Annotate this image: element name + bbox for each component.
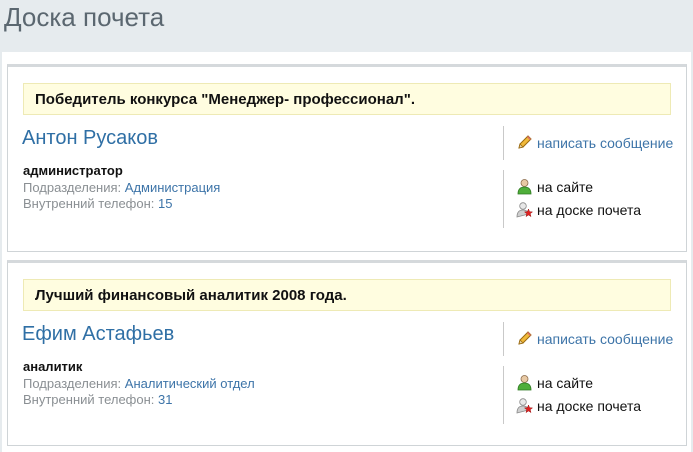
pencil-icon xyxy=(516,330,533,347)
write-message-link[interactable]: написать сообщение xyxy=(516,134,673,151)
write-message-label: написать сообщение xyxy=(537,330,674,347)
award-banner: Победитель конкурса "Менеджер- профессио… xyxy=(23,83,671,115)
honor-board-content: Победитель конкурса "Менеджер- профессио… xyxy=(2,52,691,452)
employee-name-link[interactable]: Антон Русаков xyxy=(22,127,158,150)
employee-position: аналитик xyxy=(23,359,83,374)
online-label: на сайте xyxy=(537,178,594,195)
honor-card: Лучший финансовый аналитик 2008 года. Еф… xyxy=(7,260,687,446)
online-status: на сайте xyxy=(516,374,593,391)
department-link[interactable]: Аналитический отдел xyxy=(125,376,255,391)
honor-board-label: на доске почета xyxy=(537,201,642,218)
divider xyxy=(503,322,504,356)
user-star-icon xyxy=(516,201,533,218)
divider xyxy=(503,170,504,228)
page-title: Доска почета xyxy=(4,2,165,32)
divider xyxy=(503,366,504,424)
divider xyxy=(503,126,504,160)
phone-row: Внутренний телефон: 31 xyxy=(23,392,173,407)
honor-board-status: на доске почета xyxy=(516,397,641,414)
phone-row: Внутренний телефон: 15 xyxy=(23,196,173,211)
department-label: Подразделения: xyxy=(23,180,122,195)
phone-value[interactable]: 15 xyxy=(158,196,172,211)
department-row: Подразделения: Администрация xyxy=(23,180,220,195)
online-status: на сайте xyxy=(516,178,593,195)
award-banner: Лучший финансовый аналитик 2008 года. xyxy=(23,279,671,311)
online-label: на сайте xyxy=(537,374,594,391)
employee-position: администратор xyxy=(23,163,123,178)
user-online-icon xyxy=(516,374,533,391)
honor-board-label: на доске почета xyxy=(537,397,642,414)
user-online-icon xyxy=(516,178,533,195)
honor-board-status: на доске почета xyxy=(516,201,641,218)
write-message-label: написать сообщение xyxy=(537,134,674,151)
phone-label: Внутренний телефон: xyxy=(23,196,155,211)
phone-label: Внутренний телефон: xyxy=(23,392,155,407)
department-label: Подразделения: xyxy=(23,376,122,391)
honor-card: Победитель конкурса "Менеджер- профессио… xyxy=(7,64,687,252)
employee-name-link[interactable]: Ефим Астафьев xyxy=(22,323,174,346)
phone-value[interactable]: 31 xyxy=(158,392,172,407)
pencil-icon xyxy=(516,134,533,151)
department-row: Подразделения: Аналитический отдел xyxy=(23,376,255,391)
department-link[interactable]: Администрация xyxy=(125,180,221,195)
write-message-link[interactable]: написать сообщение xyxy=(516,330,673,347)
user-star-icon xyxy=(516,397,533,414)
